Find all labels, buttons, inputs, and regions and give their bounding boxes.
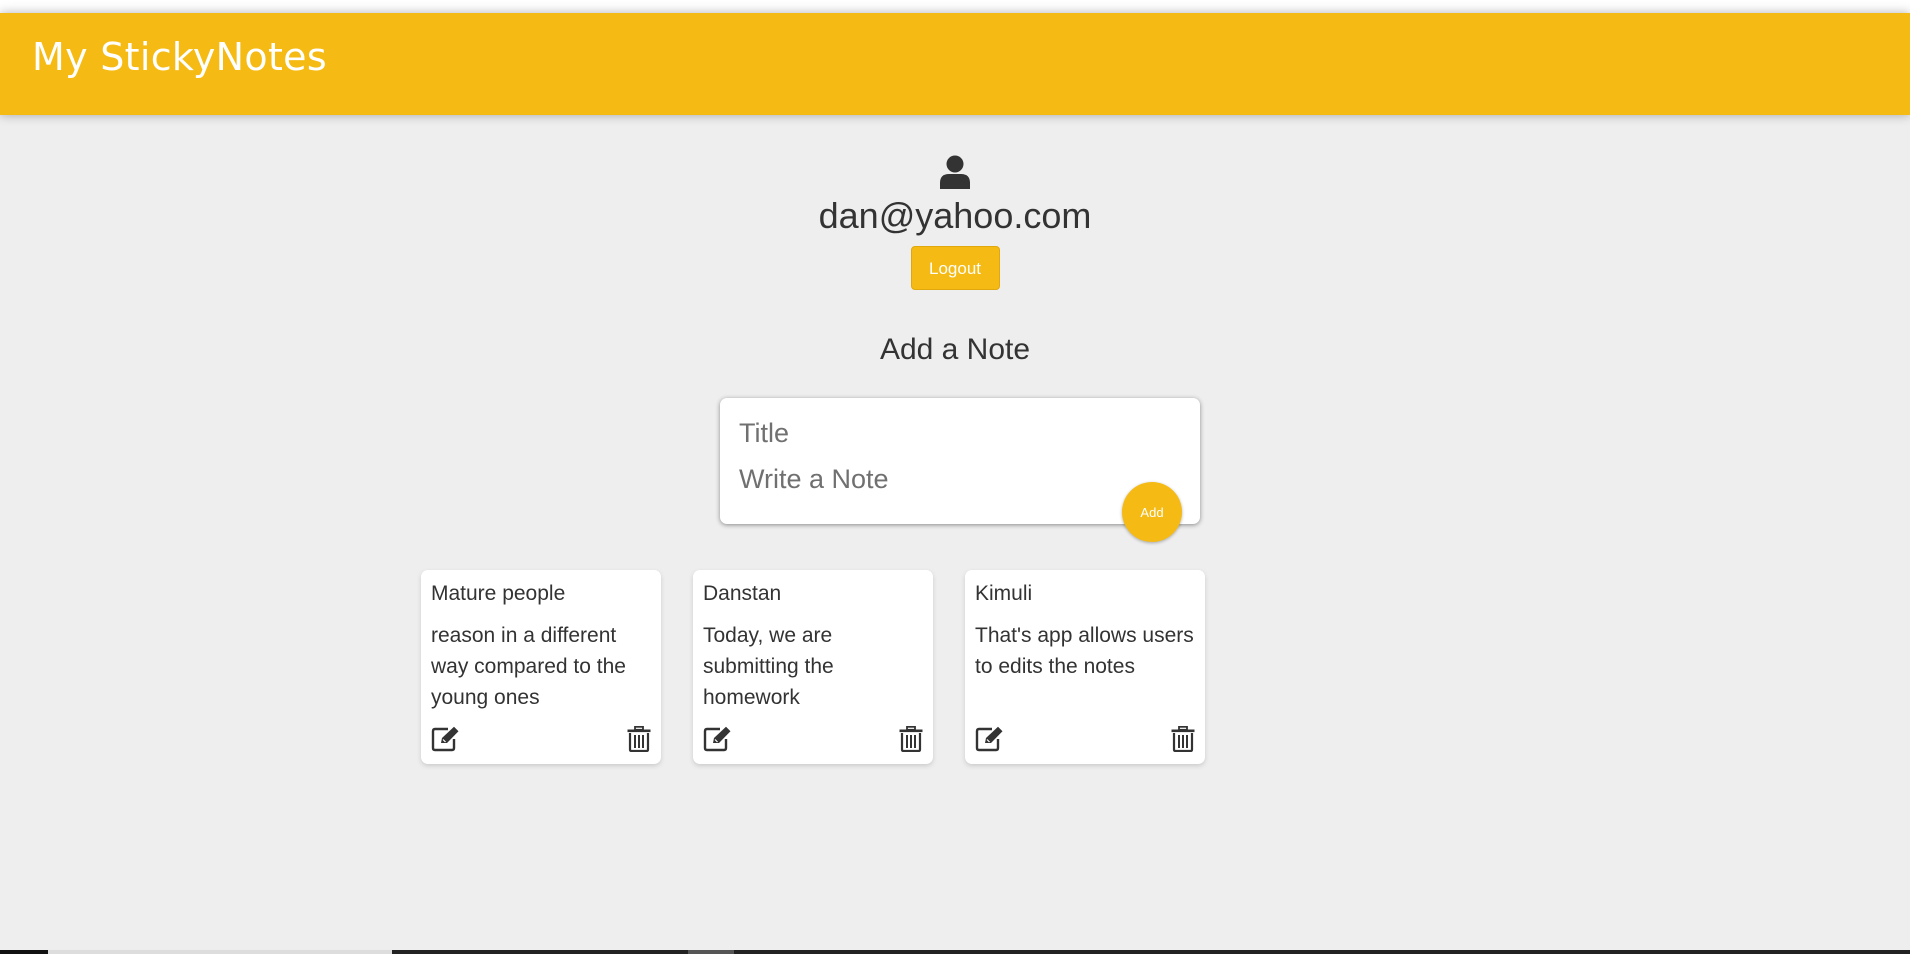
user-section: dan@yahoo.com Logout bbox=[0, 155, 1910, 290]
note-content: reason in a different way compared to th… bbox=[431, 624, 626, 709]
note-content-input[interactable] bbox=[739, 464, 1181, 498]
note-title: Kimuli bbox=[975, 582, 1033, 605]
trash-icon bbox=[899, 725, 923, 755]
note-title: Mature people bbox=[431, 582, 566, 605]
edit-note-button[interactable] bbox=[431, 726, 461, 752]
user-icon bbox=[940, 155, 970, 189]
edit-icon bbox=[975, 726, 1005, 755]
trash-icon bbox=[627, 725, 651, 755]
note-title-input[interactable] bbox=[739, 416, 1181, 450]
delete-note-button[interactable] bbox=[1171, 725, 1195, 755]
logout-button[interactable]: Logout bbox=[910, 246, 1000, 290]
note-card: Danstan Today, we are submitting the hom… bbox=[693, 570, 933, 764]
user-email: dan@yahoo.com bbox=[818, 195, 1092, 236]
note-content: That's app allows users to edits the not… bbox=[975, 624, 1194, 678]
edit-note-button[interactable] bbox=[703, 726, 733, 752]
note-actions bbox=[975, 725, 1195, 755]
note-card: Mature people reason in a different way … bbox=[421, 570, 661, 764]
edit-icon bbox=[431, 726, 461, 755]
delete-note-button[interactable] bbox=[627, 725, 651, 755]
add-note-button[interactable]: Add bbox=[1122, 482, 1182, 542]
delete-note-button[interactable] bbox=[899, 725, 923, 755]
edit-note-button[interactable] bbox=[975, 726, 1005, 752]
note-card: Kimuli That's app allows users to edits … bbox=[965, 570, 1205, 764]
taskbar-segment bbox=[688, 950, 734, 954]
trash-icon bbox=[1171, 725, 1195, 755]
note-actions bbox=[431, 725, 651, 755]
edit-icon bbox=[703, 726, 733, 755]
add-note-heading: Add a Note bbox=[879, 333, 1031, 366]
taskbar-edge bbox=[0, 950, 1910, 954]
taskbar-segment bbox=[48, 950, 392, 954]
note-title: Danstan bbox=[703, 582, 782, 605]
app-header: My StickyNotes bbox=[0, 13, 1910, 115]
note-content: Today, we are submitting the homework bbox=[703, 624, 834, 709]
taskbar-segment bbox=[0, 950, 48, 954]
app-title: My StickyNotes bbox=[32, 35, 327, 79]
note-actions bbox=[703, 725, 923, 755]
